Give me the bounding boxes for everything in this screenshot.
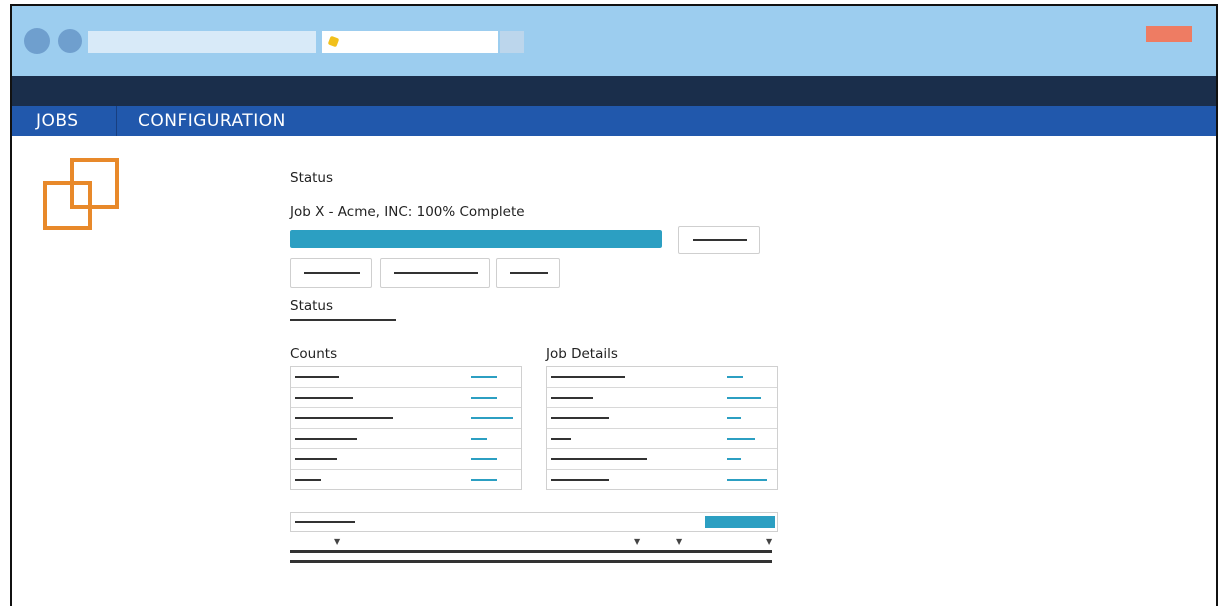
table-row (547, 449, 777, 470)
address-bar[interactable] (88, 31, 316, 53)
row-label (551, 437, 571, 440)
sort-dropdown-caret-icon[interactable]: ▼ (766, 538, 772, 546)
table-row (291, 470, 521, 491)
table-row (291, 429, 521, 449)
row-value (471, 458, 497, 460)
filter-bar (290, 512, 778, 532)
row-label (551, 396, 593, 399)
table-row (291, 449, 521, 470)
row-value (471, 478, 497, 481)
new-tab-button[interactable] (500, 31, 524, 53)
sort-dropdown-caret-icon[interactable]: ▼ (334, 538, 340, 546)
row-label (551, 458, 647, 460)
overlapping-squares-icon (43, 158, 119, 230)
row-value (727, 437, 755, 440)
sort-dropdown-caret-icon[interactable]: ▼ (634, 538, 640, 546)
app-header-bar (12, 76, 1216, 106)
sort-dropdown-caret-icon[interactable]: ▼ (676, 538, 682, 546)
row-label (295, 417, 393, 419)
job-status-panel: Status Job X - Acme, INC: 100% Complete … (290, 136, 810, 606)
job-details-title: Job Details (546, 346, 618, 362)
job-action-button[interactable] (678, 226, 760, 254)
row-value (727, 478, 767, 481)
row-value (471, 437, 487, 440)
table-row (547, 429, 777, 449)
close-window-button[interactable] (1146, 26, 1192, 42)
counts-title: Counts (290, 346, 338, 362)
table-row (291, 367, 521, 388)
active-tab-underline (290, 319, 396, 321)
nav-item-jobs[interactable]: JOBS (36, 106, 79, 136)
page-title: Status (290, 170, 334, 186)
nav-divider (116, 106, 117, 136)
table-row (291, 388, 521, 408)
row-label (295, 478, 321, 481)
row-label (295, 396, 353, 399)
button-label-placeholder (304, 272, 360, 274)
table-row (547, 470, 777, 491)
action-button-3[interactable] (496, 258, 560, 288)
status-tab[interactable]: Status (290, 298, 333, 314)
row-label (295, 376, 339, 378)
row-label (551, 376, 625, 378)
nav-item-configuration[interactable]: CONFIGURATION (138, 106, 286, 136)
table-row (547, 408, 777, 429)
row-label (295, 437, 357, 440)
table-header-divider (290, 550, 772, 553)
job-progress-bar (290, 230, 662, 248)
table-row (291, 408, 521, 429)
table-header-divider (290, 560, 772, 563)
filter-label-placeholder (295, 521, 355, 523)
button-label-placeholder (394, 272, 478, 274)
window-control-dot[interactable] (24, 28, 50, 54)
row-value (727, 458, 741, 460)
job-details-table (546, 366, 778, 490)
button-label-placeholder (693, 239, 747, 241)
browser-tab[interactable] (322, 31, 498, 53)
job-progress-label: Job X - Acme, INC: 100% Complete (290, 204, 525, 220)
action-button-2[interactable] (380, 258, 490, 288)
job-progress-fill (290, 230, 662, 248)
row-value (471, 376, 497, 378)
action-button-1[interactable] (290, 258, 372, 288)
row-label (551, 417, 609, 419)
row-value (727, 396, 761, 399)
row-label (295, 458, 337, 460)
table-row (547, 388, 777, 408)
row-label (551, 478, 609, 481)
filter-submit-button[interactable] (705, 516, 775, 528)
favicon-icon (327, 35, 340, 48)
window-control-dot[interactable] (58, 29, 82, 53)
row-value (727, 376, 743, 378)
row-value (727, 417, 741, 419)
button-label-placeholder (510, 272, 548, 274)
row-value (471, 396, 497, 399)
table-row (547, 367, 777, 388)
counts-table (290, 366, 522, 490)
browser-chrome (12, 6, 1216, 76)
browser-window: JOBS CONFIGURATION Status Job X - Acme, … (10, 4, 1218, 606)
main-nav: JOBS CONFIGURATION (12, 106, 1216, 136)
row-value (471, 417, 513, 419)
